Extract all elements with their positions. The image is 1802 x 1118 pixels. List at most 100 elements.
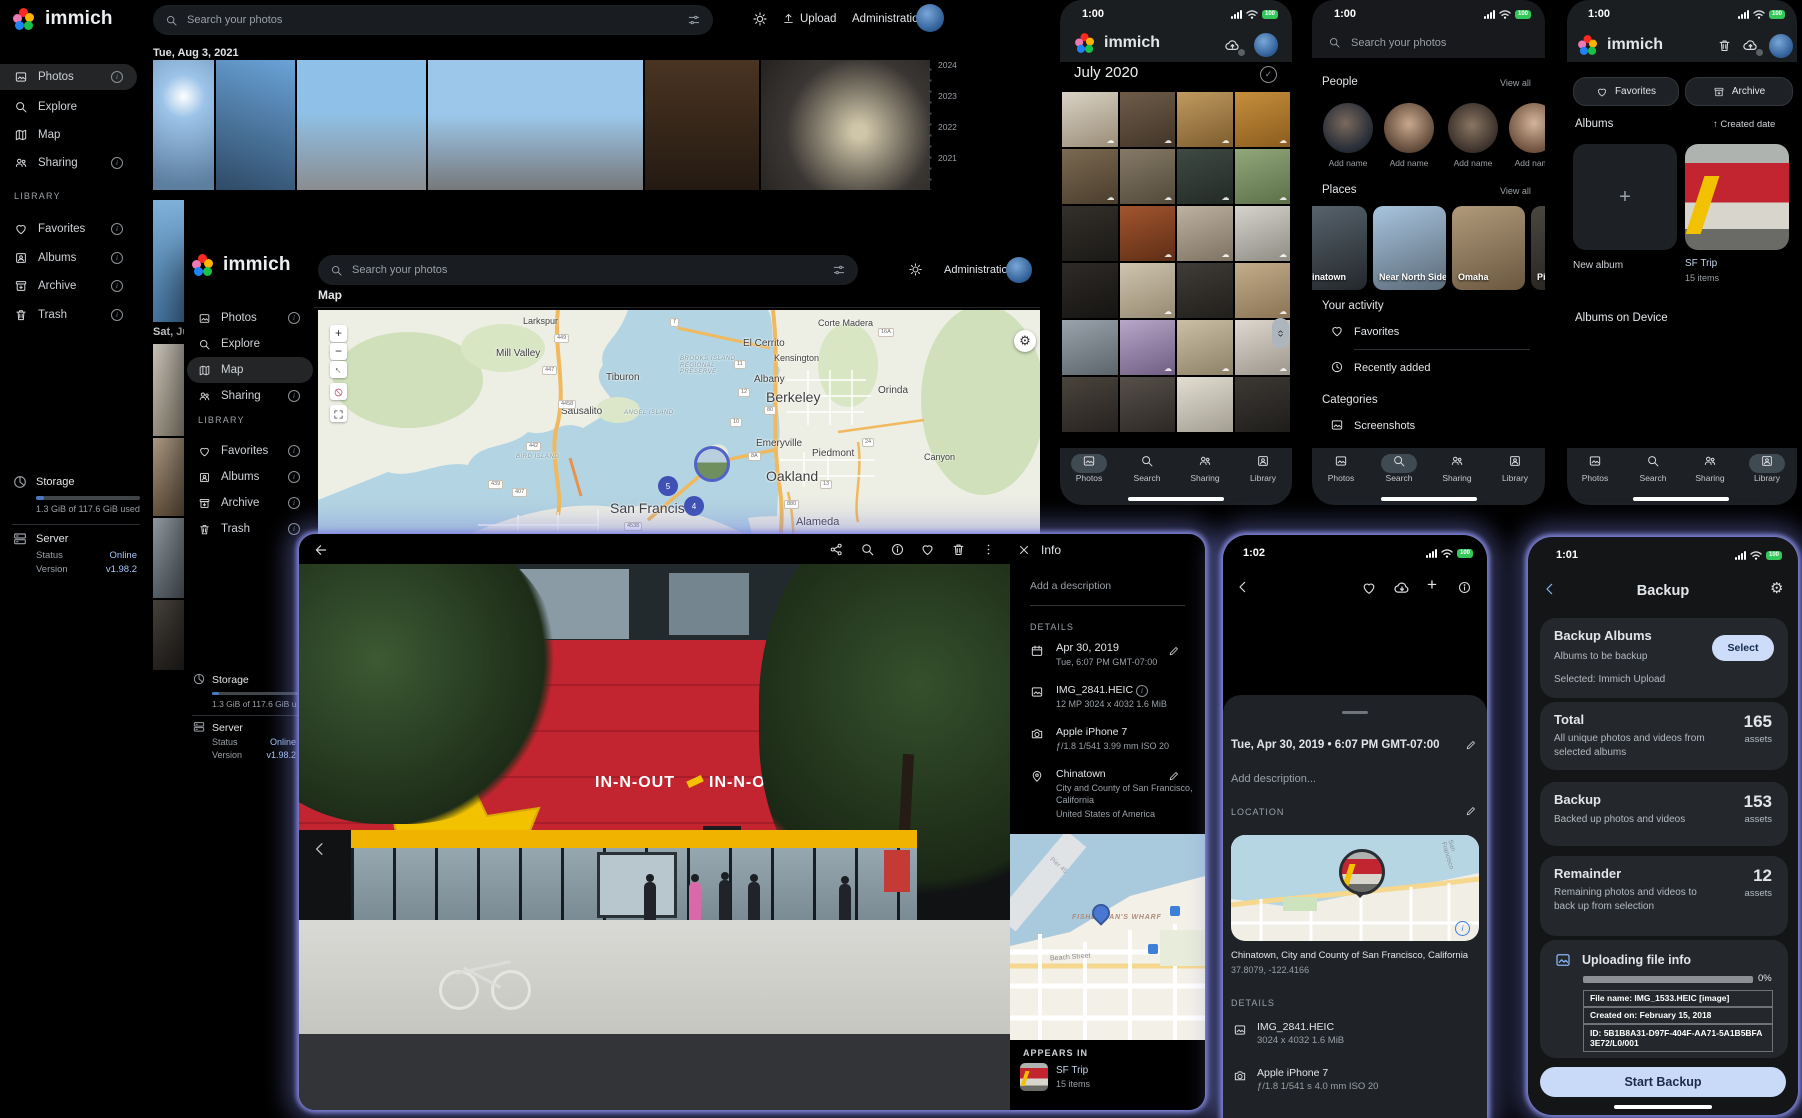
photo-thumbnail[interactable] xyxy=(1120,92,1176,147)
photo-area-black[interactable] xyxy=(1223,607,1487,695)
photo-thumbnail[interactable] xyxy=(1120,206,1176,261)
avatar[interactable] xyxy=(1006,257,1032,283)
photo-thumbnail[interactable] xyxy=(1120,377,1176,432)
sidebar-item-photos[interactable]: Photos i xyxy=(184,305,314,331)
avatar[interactable] xyxy=(1254,33,1278,57)
tab-sharing[interactable]: Sharing xyxy=(1176,452,1234,483)
more-options-icon[interactable] xyxy=(981,542,996,557)
sidebar-item-albums[interactable]: Albums i xyxy=(0,245,137,271)
sidebar-item-map[interactable]: Map xyxy=(0,122,137,148)
archive-pill-button[interactable]: Archive xyxy=(1685,77,1793,106)
trash-icon[interactable] xyxy=(1717,38,1732,53)
tab-search[interactable]: Search xyxy=(1624,452,1682,483)
add-name-link[interactable]: Add name xyxy=(1509,158,1545,168)
photo-thumbnail[interactable] xyxy=(1120,320,1176,375)
photo-thumbnail[interactable] xyxy=(153,344,184,436)
previous-photo-chevron[interactable] xyxy=(311,840,329,858)
photo-thumbnail[interactable] xyxy=(1062,92,1118,147)
app-logo[interactable]: immich xyxy=(13,8,113,30)
map-zoom-out-button[interactable]: − xyxy=(330,343,347,360)
timeline-scrubber-handle[interactable] xyxy=(1272,318,1289,348)
album-cover-tile[interactable] xyxy=(1685,144,1789,250)
tab-photos[interactable]: Photos xyxy=(1060,452,1118,483)
favorites-row[interactable]: Favorites xyxy=(1354,326,1399,338)
photo-thumbnail[interactable] xyxy=(1062,206,1118,261)
tab-library[interactable]: Library xyxy=(1486,452,1544,483)
map-cluster-marker[interactable]: 5 xyxy=(658,476,678,496)
map-hide-markers-button[interactable] xyxy=(330,383,347,400)
tab-photos[interactable]: Photos xyxy=(1312,452,1370,483)
photo-thumbnail[interactable] xyxy=(1120,263,1176,318)
info-icon[interactable] xyxy=(890,542,905,557)
album-thumbnail[interactable] xyxy=(1020,1063,1048,1091)
photo-thumbnail[interactable] xyxy=(1235,149,1291,204)
sidebar-item-trash[interactable]: Trash i xyxy=(184,516,314,542)
sidebar-item-favorites[interactable]: Favorites i xyxy=(184,438,314,464)
photo-thumbnail[interactable] xyxy=(1177,92,1233,147)
map-compass-button[interactable]: ↑ xyxy=(330,361,347,378)
settings-gear-icon[interactable]: ⚙ xyxy=(1770,579,1783,597)
app-logo[interactable]: immich xyxy=(192,254,291,276)
person-face[interactable] xyxy=(1448,103,1498,153)
person-face[interactable] xyxy=(1323,103,1373,153)
place-tile[interactable]: Omaha xyxy=(1452,206,1525,290)
map-info-icon[interactable]: i xyxy=(1455,921,1470,936)
home-indicator[interactable] xyxy=(1614,1105,1712,1109)
add-to-album-plus-icon[interactable]: + xyxy=(1427,575,1437,595)
map-photo-marker[interactable] xyxy=(694,446,730,482)
sidebar-item-map[interactable]: Map xyxy=(187,357,313,383)
photo-thumbnail[interactable] xyxy=(1120,149,1176,204)
photo-thumbnail[interactable] xyxy=(153,518,184,598)
close-info-icon[interactable] xyxy=(1017,543,1031,557)
albums-sort-button[interactable]: ↑ Created date xyxy=(1713,119,1775,130)
select-albums-button[interactable]: Select xyxy=(1712,635,1774,661)
photo-thumbnail[interactable] xyxy=(1062,149,1118,204)
photo-thumbnail[interactable] xyxy=(1062,377,1118,432)
sidebar-item-archive[interactable]: Archive i xyxy=(184,490,314,516)
theme-toggle-sun-icon[interactable] xyxy=(908,262,923,277)
sidebar-item-albums[interactable]: Albums i xyxy=(184,464,314,490)
photo-thumbnail[interactable] xyxy=(1235,92,1291,147)
edit-date-pencil-icon[interactable] xyxy=(1465,739,1477,751)
map-zoom-in-button[interactable]: + xyxy=(330,325,347,342)
photo-thumbnail[interactable] xyxy=(1062,263,1118,318)
add-description-field[interactable]: Add a description xyxy=(1030,580,1111,592)
add-description-field[interactable]: Add description... xyxy=(1231,773,1316,785)
home-indicator[interactable] xyxy=(1128,497,1224,501)
upload-button[interactable]: Upload xyxy=(782,12,836,25)
tab-search[interactable]: Search xyxy=(1370,452,1428,483)
places-view-all-link[interactable]: View all xyxy=(1500,186,1531,196)
location-map-thumbnail[interactable]: FISHERMAN'S WHARF Beach Street Pier 45 xyxy=(1010,834,1205,1040)
favorites-pill-button[interactable]: Favorites xyxy=(1573,77,1679,106)
tab-search[interactable]: Search xyxy=(1118,452,1176,483)
search-input[interactable]: Search your photos xyxy=(153,5,713,35)
zoom-icon[interactable] xyxy=(860,542,875,557)
edit-date-pencil-icon[interactable] xyxy=(1168,645,1180,657)
tab-sharing[interactable]: Sharing xyxy=(1428,452,1486,483)
photo-thumbnail[interactable] xyxy=(1177,263,1233,318)
photo-thumbnail[interactable] xyxy=(153,600,184,670)
sidebar-item-sharing[interactable]: Sharing i xyxy=(184,383,314,409)
search-filters-icon[interactable] xyxy=(687,13,701,27)
photo-thumbnail[interactable] xyxy=(1177,149,1233,204)
add-name-link[interactable]: Add name xyxy=(1323,158,1373,168)
tab-library[interactable]: Library xyxy=(1738,452,1796,483)
album-name[interactable]: SF Trip xyxy=(1685,258,1717,269)
photo-thumbnail[interactable] xyxy=(297,60,426,190)
sidebar-item-explore[interactable]: Explore xyxy=(0,94,137,120)
sidebar-item-photos[interactable]: Photos i xyxy=(0,64,137,90)
add-name-link[interactable]: Add name xyxy=(1384,158,1434,168)
map-cluster-marker[interactable]: 4 xyxy=(684,496,704,516)
photo-thumbnail[interactable] xyxy=(1235,263,1291,318)
people-view-all-link[interactable]: View all xyxy=(1500,78,1531,88)
edit-location-pencil-icon[interactable] xyxy=(1168,770,1180,782)
photo-thumbnail[interactable] xyxy=(153,438,184,516)
favorite-heart-icon[interactable] xyxy=(1361,580,1377,596)
timeline-scrubber[interactable]: 2024202320222021 xyxy=(926,60,986,190)
tab-photos[interactable]: Photos xyxy=(1567,452,1624,483)
person-face[interactable] xyxy=(1509,103,1545,153)
photo-thumbnail[interactable] xyxy=(1177,320,1233,375)
favorite-heart-icon[interactable] xyxy=(920,542,935,557)
add-name-link[interactable]: Add name xyxy=(1448,158,1498,168)
sidebar-item-favorites[interactable]: Favorites i xyxy=(0,216,137,242)
